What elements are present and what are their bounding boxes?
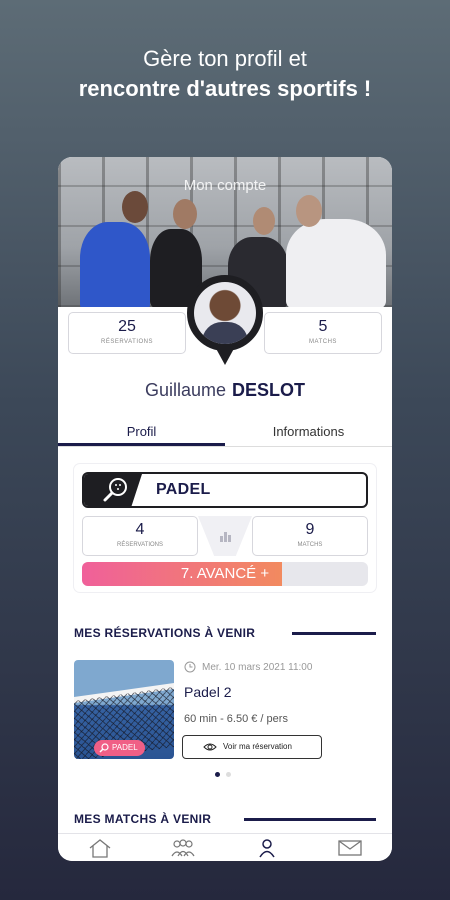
sport-reservations-label: RÉSERVATIONS bbox=[116, 542, 163, 548]
carousel-dots bbox=[215, 772, 231, 777]
sport-tag: PADEL bbox=[94, 740, 145, 756]
sport-matches-count: 9 bbox=[305, 521, 315, 538]
view-booking-label: Voir ma réservation bbox=[223, 742, 292, 751]
community-icon bbox=[171, 838, 195, 856]
booking-date-text: Mer. 10 mars 2021 11:00 bbox=[202, 662, 313, 673]
carousel-dot[interactable] bbox=[226, 772, 231, 777]
sport-reservations-count: 4 bbox=[135, 521, 145, 538]
booking-details: 60 min - 6.50 € / pers bbox=[184, 713, 288, 725]
bar-chart-icon[interactable] bbox=[198, 516, 252, 556]
sport-matches-stat: 9 MATCHS bbox=[252, 516, 368, 556]
nav-community[interactable] bbox=[142, 834, 226, 861]
padel-racket-icon bbox=[84, 474, 142, 506]
sport-header[interactable]: PADEL bbox=[82, 472, 368, 508]
matches-label: MATCHS bbox=[309, 339, 337, 345]
court-photo: PADEL bbox=[74, 660, 174, 759]
nav-home[interactable] bbox=[58, 834, 142, 861]
sport-matches-label: MATCHS bbox=[297, 542, 323, 548]
level-label: 7. AVANCÉ + bbox=[180, 565, 270, 582]
sport-stats: 4 RÉSERVATIONS 9 MATCHS bbox=[82, 516, 368, 556]
avatar[interactable] bbox=[187, 275, 263, 367]
mail-icon bbox=[338, 839, 362, 856]
matches-stat: 5 MATCHS bbox=[264, 312, 382, 354]
carousel-dot[interactable] bbox=[215, 772, 220, 777]
phone-screen: Mon compte 25 RÉSERVATIONS 5 MATCHS Guil… bbox=[58, 157, 392, 861]
booking-court: Padel 2 bbox=[184, 684, 232, 700]
matches-count: 5 bbox=[318, 318, 328, 335]
nav-profile[interactable] bbox=[225, 834, 309, 861]
promo-line-2: rencontre d'autres sportifs ! bbox=[78, 76, 372, 101]
eye-icon bbox=[203, 743, 217, 751]
booking-card[interactable]: PADEL Mer. 10 mars 2021 11:00 Padel 2 60… bbox=[74, 657, 376, 759]
tab-informations[interactable]: Informations bbox=[225, 419, 392, 446]
clock-icon bbox=[184, 661, 196, 673]
user-name: Guillaume DESLOT bbox=[58, 380, 392, 401]
promo-headline: Gère ton profil et rencontre d'autres sp… bbox=[0, 44, 450, 104]
sport-tag-label: PADEL bbox=[112, 743, 138, 752]
booking-date: Mer. 10 mars 2021 11:00 bbox=[184, 661, 313, 673]
profile-icon bbox=[259, 838, 275, 857]
bottom-nav bbox=[58, 833, 392, 861]
sport-name: PADEL bbox=[156, 481, 211, 498]
reservations-label: RÉSERVATIONS bbox=[100, 339, 153, 345]
promo-line-1: Gère ton profil et bbox=[143, 46, 307, 71]
view-booking-button[interactable]: Voir ma réservation bbox=[182, 735, 322, 759]
profile-tabs: Profil Informations bbox=[58, 419, 392, 447]
user-last-name: DESLOT bbox=[232, 380, 306, 400]
sport-card[interactable]: PADEL 4 RÉSERVATIONS 9 MATCHS 7. AVANCÉ … bbox=[74, 464, 376, 592]
section-divider bbox=[292, 632, 376, 635]
tab-profil[interactable]: Profil bbox=[58, 419, 225, 446]
padel-racket-icon bbox=[99, 743, 109, 753]
reservations-count: 25 bbox=[118, 318, 136, 335]
section-divider bbox=[244, 818, 376, 821]
user-first-name: Guillaume bbox=[144, 380, 227, 400]
reservations-stat: 25 RÉSERVATIONS bbox=[68, 312, 186, 354]
level-bar[interactable]: 7. AVANCÉ + bbox=[82, 562, 368, 586]
sport-reservations-stat: 4 RÉSERVATIONS bbox=[82, 516, 198, 556]
screen-title: Mon compte bbox=[183, 177, 267, 194]
home-icon bbox=[89, 838, 111, 858]
nav-messages[interactable] bbox=[309, 834, 393, 861]
